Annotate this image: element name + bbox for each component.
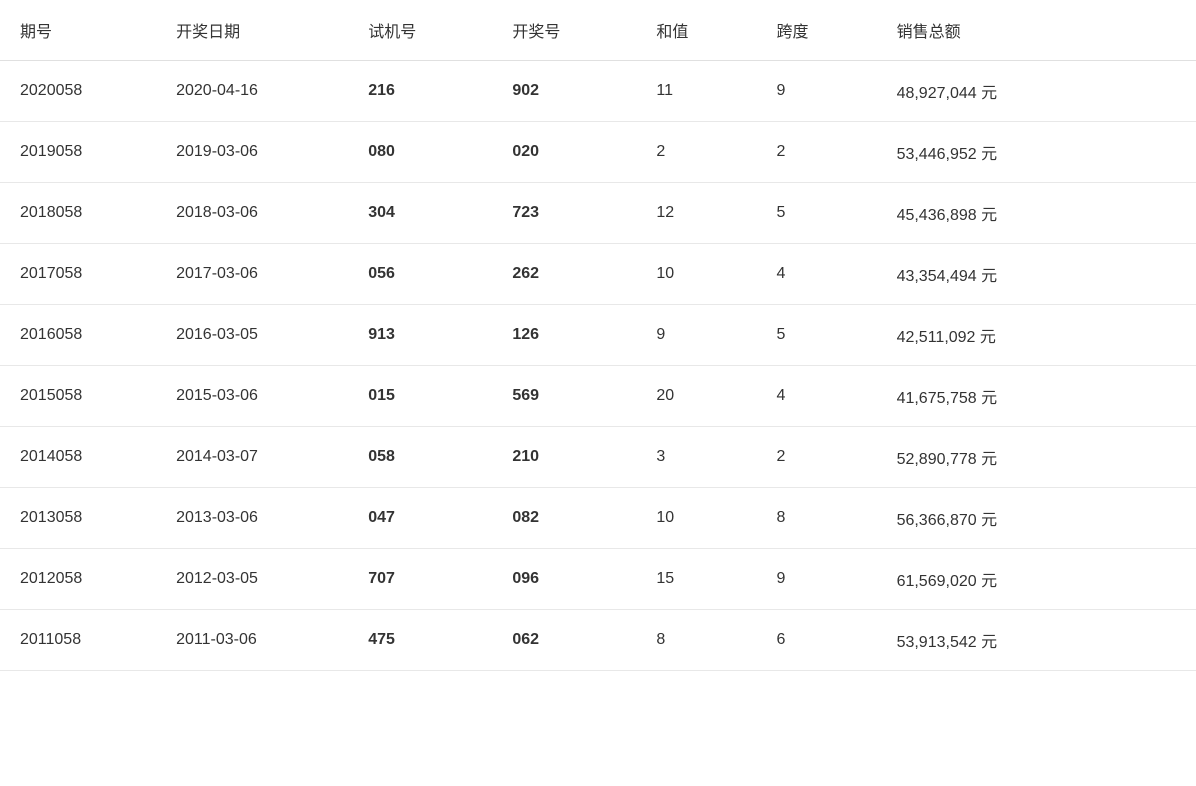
table-cell: 723	[492, 183, 636, 244]
table-cell: 082	[492, 488, 636, 549]
table-cell: 20	[636, 366, 756, 427]
table-cell: 2015-03-06	[156, 366, 348, 427]
table-cell: 2014058	[0, 427, 156, 488]
table-cell: 11	[636, 61, 756, 122]
table-cell: 4	[756, 366, 876, 427]
table-cell: 42,511,092 元	[877, 305, 1196, 366]
table-cell: 2018058	[0, 183, 156, 244]
header-sales: 销售总额	[877, 0, 1196, 61]
table-cell: 9	[756, 549, 876, 610]
table-cell: 56,366,870 元	[877, 488, 1196, 549]
header-shiji: 试机号	[348, 0, 492, 61]
header-kaijang: 开奖号	[492, 0, 636, 61]
table-cell: 2015058	[0, 366, 156, 427]
table-cell: 9	[756, 61, 876, 122]
table-header-row: 期号 开奖日期 试机号 开奖号 和值 跨度 销售总额	[0, 0, 1196, 61]
table-cell: 2016-03-05	[156, 305, 348, 366]
table-cell: 61,569,020 元	[877, 549, 1196, 610]
table-cell: 047	[348, 488, 492, 549]
header-date: 开奖日期	[156, 0, 348, 61]
table-cell: 2	[756, 427, 876, 488]
table-cell: 062	[492, 610, 636, 671]
table-cell: 216	[348, 61, 492, 122]
table-cell: 45,436,898 元	[877, 183, 1196, 244]
header-qihao: 期号	[0, 0, 156, 61]
table-cell: 9	[636, 305, 756, 366]
table-cell: 5	[756, 183, 876, 244]
table-cell: 2013058	[0, 488, 156, 549]
table-row: 20140582014-03-070582103252,890,778 元	[0, 427, 1196, 488]
table-row: 20190582019-03-060800202253,446,952 元	[0, 122, 1196, 183]
table-cell: 262	[492, 244, 636, 305]
table-cell: 2014-03-07	[156, 427, 348, 488]
table-cell: 10	[636, 488, 756, 549]
table-cell: 2013-03-06	[156, 488, 348, 549]
table-cell: 080	[348, 122, 492, 183]
main-container: 期号 开奖日期 试机号 开奖号 和值 跨度 销售总额 20200582020-0…	[0, 0, 1196, 786]
table-cell: 2016058	[0, 305, 156, 366]
table-cell: 2018-03-06	[156, 183, 348, 244]
table-cell: 058	[348, 427, 492, 488]
table-cell: 2020058	[0, 61, 156, 122]
table-cell: 2019-03-06	[156, 122, 348, 183]
table-row: 20130582013-03-0604708210856,366,870 元	[0, 488, 1196, 549]
table-row: 20150582015-03-0601556920441,675,758 元	[0, 366, 1196, 427]
table-cell: 707	[348, 549, 492, 610]
table-cell: 913	[348, 305, 492, 366]
table-cell: 015	[348, 366, 492, 427]
table-cell: 4	[756, 244, 876, 305]
table-row: 20200582020-04-1621690211948,927,044 元	[0, 61, 1196, 122]
table-cell: 6	[756, 610, 876, 671]
table-cell: 056	[348, 244, 492, 305]
table-cell: 126	[492, 305, 636, 366]
table-cell: 2011-03-06	[156, 610, 348, 671]
table-cell: 902	[492, 61, 636, 122]
table-cell: 53,913,542 元	[877, 610, 1196, 671]
table-cell: 3	[636, 427, 756, 488]
table-cell: 569	[492, 366, 636, 427]
table-row: 20120582012-03-0570709615961,569,020 元	[0, 549, 1196, 610]
table-cell: 8	[756, 488, 876, 549]
table-cell: 020	[492, 122, 636, 183]
table-cell: 2	[756, 122, 876, 183]
table-cell: 2017058	[0, 244, 156, 305]
table-cell: 12	[636, 183, 756, 244]
table-row: 20110582011-03-064750628653,913,542 元	[0, 610, 1196, 671]
lottery-table: 期号 开奖日期 试机号 开奖号 和值 跨度 销售总额 20200582020-0…	[0, 0, 1196, 671]
table-cell: 48,927,044 元	[877, 61, 1196, 122]
table-cell: 41,675,758 元	[877, 366, 1196, 427]
table-cell: 10	[636, 244, 756, 305]
table-cell: 15	[636, 549, 756, 610]
table-cell: 53,446,952 元	[877, 122, 1196, 183]
table-cell: 2012-03-05	[156, 549, 348, 610]
table-cell: 096	[492, 549, 636, 610]
header-kuadu: 跨度	[756, 0, 876, 61]
table-cell: 2017-03-06	[156, 244, 348, 305]
table-cell: 2012058	[0, 549, 156, 610]
table-cell: 52,890,778 元	[877, 427, 1196, 488]
table-cell: 475	[348, 610, 492, 671]
table-cell: 2	[636, 122, 756, 183]
table-row: 20180582018-03-0630472312545,436,898 元	[0, 183, 1196, 244]
table-cell: 210	[492, 427, 636, 488]
table-row: 20160582016-03-059131269542,511,092 元	[0, 305, 1196, 366]
header-hezhi: 和值	[636, 0, 756, 61]
table-cell: 2011058	[0, 610, 156, 671]
table-cell: 2020-04-16	[156, 61, 348, 122]
table-cell: 2019058	[0, 122, 156, 183]
table-cell: 5	[756, 305, 876, 366]
table-row: 20170582017-03-0605626210443,354,494 元	[0, 244, 1196, 305]
table-cell: 43,354,494 元	[877, 244, 1196, 305]
table-cell: 304	[348, 183, 492, 244]
table-cell: 8	[636, 610, 756, 671]
